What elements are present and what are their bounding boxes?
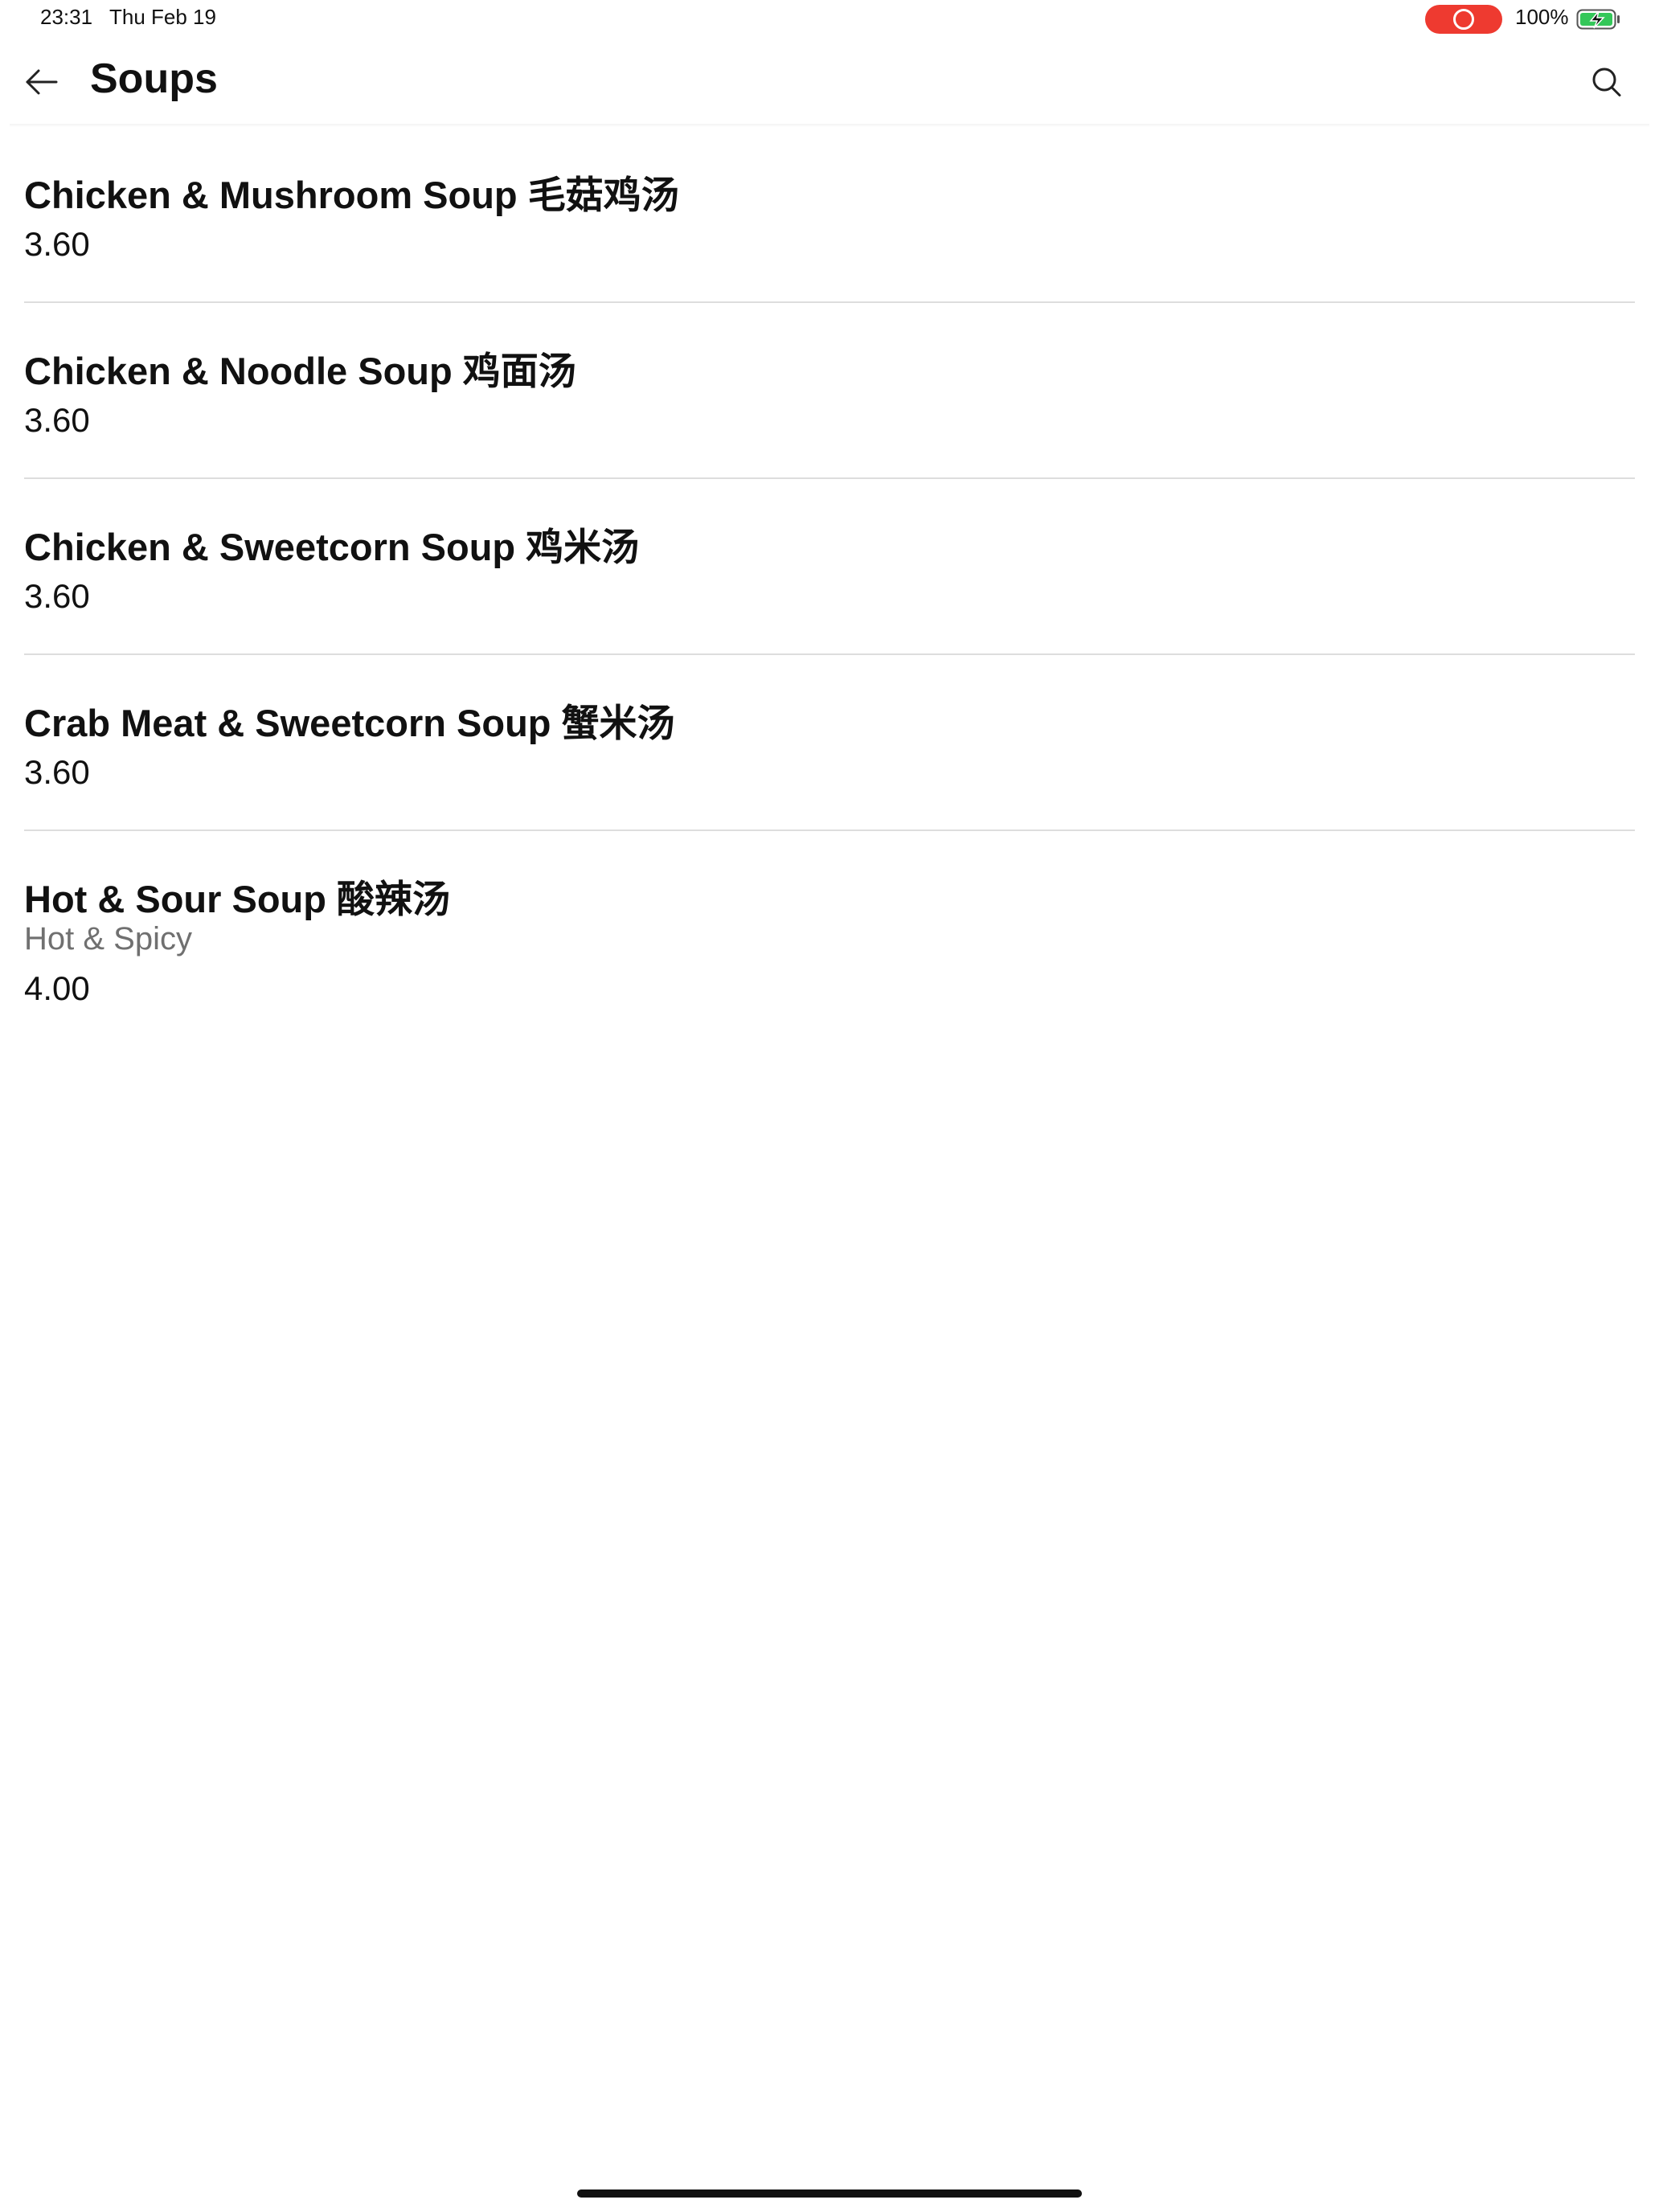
item-name: Chicken & Noodle Soup 鸡面汤 [24,350,576,392]
menu-item-list: Chicken & Mushroom Soup 毛菇鸡汤 3.60 Chicke… [24,127,1635,1072]
list-item[interactable]: Chicken & Noodle Soup 鸡面汤 3.60 [24,303,1635,479]
list-item[interactable]: Hot & Sour Soup 酸辣汤 Hot & Spicy 4.00 [24,831,1635,1072]
item-price: 3.60 [24,225,90,263]
battery-percentage: 100% [1515,5,1569,29]
page-title: Soups [90,55,218,102]
list-item[interactable]: Chicken & Sweetcorn Soup 鸡米汤 3.60 [24,479,1635,655]
home-indicator[interactable] [577,2189,1082,2198]
item-name: Chicken & Sweetcorn Soup 鸡米汤 [24,526,640,568]
screen-recording-indicator[interactable] [1425,5,1502,34]
item-price: 3.60 [24,753,90,791]
item-price: 4.00 [24,969,90,1007]
back-button[interactable] [16,58,64,106]
status-bar: 23:31 Thu Feb 19 100% [0,0,1659,37]
record-icon [1453,9,1474,30]
search-icon [1592,68,1621,96]
list-item[interactable]: Crab Meat & Sweetcorn Soup 蟹米汤 3.60 [24,655,1635,831]
list-item[interactable]: Chicken & Mushroom Soup 毛菇鸡汤 3.60 [24,127,1635,303]
status-time: 23:31 [40,5,93,29]
item-description: Hot & Spicy [24,921,192,956]
item-price: 3.60 [24,577,90,615]
item-name: Hot & Sour Soup 酸辣汤 [24,878,451,920]
battery-charging-icon [1576,8,1621,31]
item-name: Chicken & Mushroom Soup 毛菇鸡汤 [24,174,679,216]
status-date: Thu Feb 19 [109,5,216,29]
search-button[interactable] [1582,58,1630,106]
app-header: Soups [0,37,1659,125]
item-price: 3.60 [24,401,90,439]
item-name: Crab Meat & Sweetcorn Soup 蟹米汤 [24,702,675,744]
arrow-left-icon [26,69,58,95]
